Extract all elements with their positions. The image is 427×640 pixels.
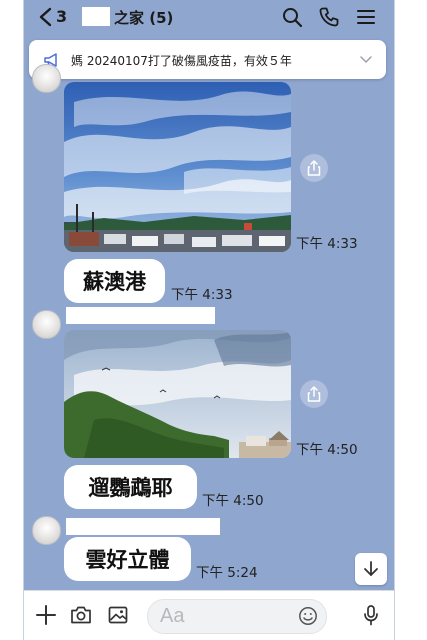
scroll-to-bottom-button[interactable] — [355, 553, 387, 585]
arrow-down-icon — [364, 561, 378, 576]
photo-message[interactable] — [64, 330, 291, 458]
emoji-icon[interactable] — [298, 606, 318, 626]
chevron-down-icon[interactable] — [360, 55, 372, 65]
announcement-banner[interactable]: 媽 20240107打了破傷風疫苗，有效５年 — [29, 40, 386, 79]
message-input-bar: Aa — [24, 590, 394, 640]
microphone-icon[interactable] — [360, 604, 382, 626]
photo-message[interactable] — [64, 82, 291, 252]
chat-screen: 3 之家 (5) 媽 20240107打了破傷風疫苗，有效５年 下午 4:33 … — [23, 0, 395, 640]
message-time: 下午 4:50 — [296, 442, 358, 458]
share-button[interactable] — [300, 154, 328, 182]
menu-icon[interactable] — [355, 6, 377, 28]
phone-icon[interactable] — [318, 6, 340, 28]
search-icon[interactable] — [281, 6, 303, 28]
avatar[interactable] — [32, 310, 61, 339]
unread-count[interactable]: 3 — [56, 7, 67, 26]
redacted-sender-name — [66, 518, 220, 535]
message-input-placeholder: Aa — [160, 605, 185, 627]
redacted-name — [82, 7, 110, 26]
chat-title[interactable]: 之家 (5) — [114, 7, 173, 28]
announcement-text: 媽 20240107打了破傷風疫苗，有效５年 — [71, 54, 292, 68]
share-icon — [307, 386, 321, 402]
camera-icon[interactable] — [70, 604, 92, 626]
share-button[interactable] — [300, 380, 328, 408]
message-time: 下午 4:33 — [296, 236, 358, 252]
message-time: 下午 4:33 — [171, 287, 233, 303]
chat-header: 3 之家 (5) — [24, 0, 394, 34]
chevron-left-icon[interactable] — [36, 6, 56, 28]
avatar[interactable] — [32, 516, 61, 545]
message-bubble[interactable]: 雲好立體 — [64, 537, 191, 581]
redacted-sender-name — [66, 307, 215, 324]
plus-icon[interactable] — [35, 604, 57, 626]
message-time: 下午 4:50 — [202, 493, 264, 509]
message-input[interactable]: Aa — [147, 599, 327, 634]
message-bubble[interactable]: 遛鸚鵡耶 — [64, 465, 197, 509]
image-icon[interactable] — [107, 604, 129, 626]
message-time: 下午 5:24 — [196, 565, 258, 581]
message-bubble[interactable]: 蘇澳港 — [64, 259, 165, 303]
avatar[interactable] — [32, 64, 61, 93]
share-icon — [307, 160, 321, 176]
